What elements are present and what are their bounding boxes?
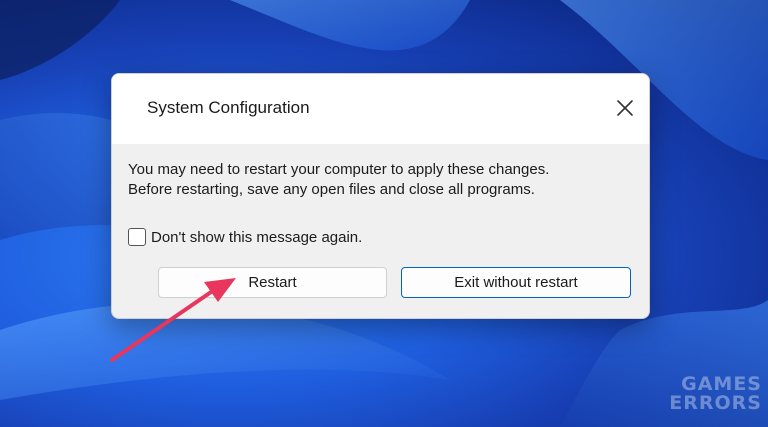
system-configuration-dialog: System Configuration You may need to res… xyxy=(111,73,650,319)
restart-button[interactable]: Restart xyxy=(158,267,387,298)
exit-without-restart-button[interactable]: Exit without restart xyxy=(401,267,631,298)
dialog-titlebar: System Configuration xyxy=(112,74,649,144)
dialog-message: You may need to restart your computer to… xyxy=(128,160,633,200)
dialog-title: System Configuration xyxy=(147,98,310,117)
message-line-1: You may need to restart your computer to… xyxy=(128,161,550,178)
close-button[interactable] xyxy=(613,96,637,120)
watermark-line-2: ERRORS xyxy=(669,392,762,414)
dont-show-again-checkbox[interactable] xyxy=(128,228,146,246)
close-icon xyxy=(617,100,633,116)
dont-show-again-label: Don't show this message again. xyxy=(151,228,363,246)
dont-show-again-option[interactable]: Don't show this message again. xyxy=(128,228,362,246)
message-line-2: Before restarting, save any open files a… xyxy=(128,181,535,198)
site-watermark-logo: GAMES ERRORS xyxy=(669,375,762,413)
